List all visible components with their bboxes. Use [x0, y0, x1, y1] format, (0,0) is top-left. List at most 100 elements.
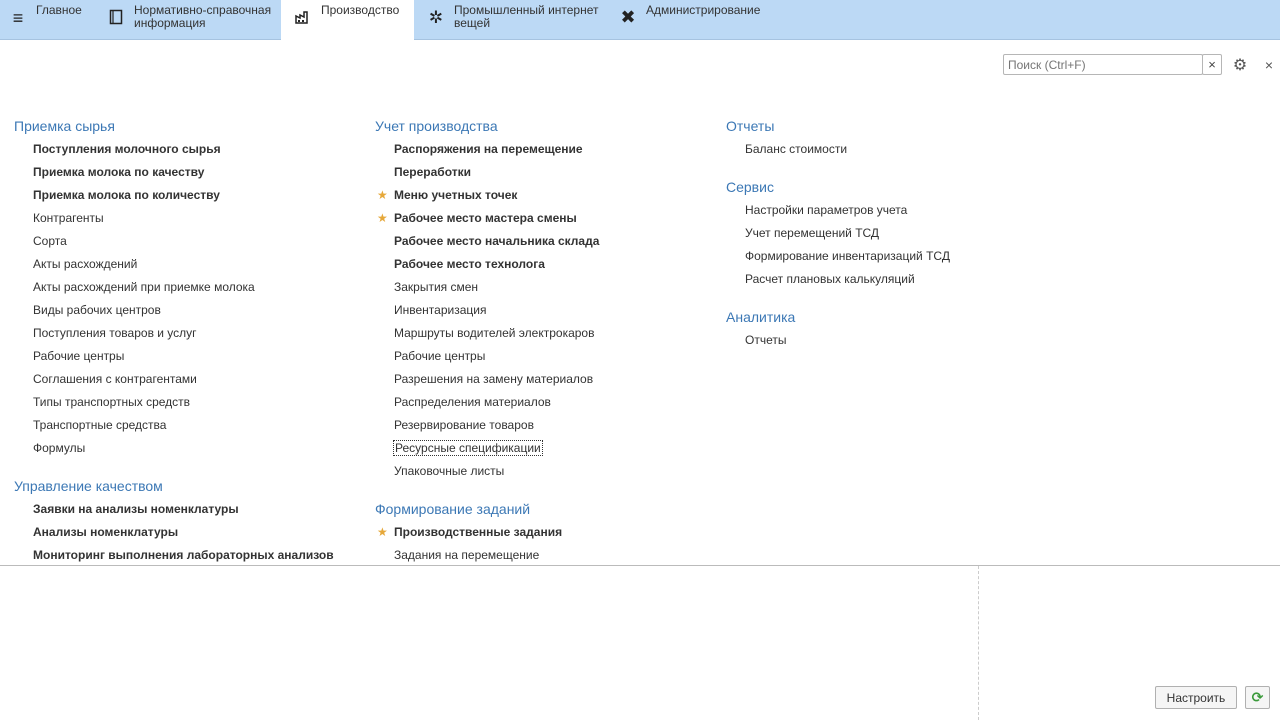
menu-link[interactable]: Поступления молочного сырья — [14, 138, 364, 161]
menu-link[interactable]: Соглашения с контрагентами — [14, 368, 364, 391]
tab-administration[interactable]: ✖ Администрирование — [612, 0, 782, 40]
menu-link-label: Расчет плановых калькуляций — [745, 272, 915, 286]
menu-link[interactable]: Задания на перемещение — [375, 544, 715, 565]
menu-group: Сервис Настройки параметров учета Учет пер… — [726, 176, 1026, 291]
menu-link[interactable]: Рабочие центры — [14, 345, 364, 368]
star-icon[interactable]: ★ — [377, 207, 388, 230]
menu-link-label: Ресурсные спецификации — [393, 440, 543, 456]
menu-link[interactable]: Акты расхождений — [14, 253, 364, 276]
menu-link-label: Поступления товаров и услуг — [33, 326, 197, 340]
menu-link[interactable]: ★ Меню учетных точек — [375, 184, 715, 207]
menu-link-label: Рабочие центры — [394, 349, 486, 363]
menu-link-label: Распределения материалов — [394, 395, 551, 409]
gear-icon[interactable]: ⚙ — [1230, 55, 1250, 75]
menu-link[interactable]: ★ Производственные задания — [375, 521, 715, 544]
menu-link[interactable]: Анализы номенклатуры — [14, 521, 364, 544]
menu-link[interactable]: Разрешения на замену материалов — [375, 368, 715, 391]
menu-link-label: Приемка молока по качеству — [33, 165, 205, 179]
menu-link[interactable]: Приемка молока по количеству — [14, 184, 364, 207]
menu-link[interactable]: Контрагенты — [14, 207, 364, 230]
menu-link[interactable]: Отчеты — [726, 329, 1026, 352]
menu-link-label: Акты расхождений — [33, 257, 138, 271]
menu-group: Приемка сырья Поступления молочного сырья… — [14, 115, 364, 460]
menu-link-label: Формулы — [33, 441, 86, 455]
tab-main[interactable]: ≡ Главное — [0, 0, 95, 40]
menu-link[interactable]: Учет перемещений ТСД — [726, 222, 1026, 245]
menu-link-label: Настройки параметров учета — [745, 203, 908, 217]
menu-link[interactable]: Закрытия смен — [375, 276, 715, 299]
menu-link[interactable]: Баланс стоимости — [726, 138, 1026, 161]
star-icon[interactable]: ★ — [377, 184, 388, 207]
tab-production[interactable]: Производство — [281, 0, 414, 41]
menu-link[interactable]: Виды рабочих центров — [14, 299, 364, 322]
menu-link[interactable]: Рабочие центры — [375, 345, 715, 368]
search-clear-button[interactable]: × — [1202, 54, 1222, 75]
tab-iot[interactable]: ✲ Промышленный интернет вещей — [420, 0, 610, 40]
tab-production-label: Производство — [321, 3, 400, 17]
menu-link[interactable]: Распределения материалов — [375, 391, 715, 414]
group-title[interactable]: Отчеты — [726, 115, 1026, 138]
menu-link-label: Производственные задания — [394, 525, 563, 539]
menu-link-label: Баланс стоимости — [745, 142, 848, 156]
refresh-button[interactable]: ⟳ — [1245, 686, 1270, 709]
tab-reference-info[interactable]: Нормативно-справочная информация — [100, 0, 280, 40]
setup-button[interactable]: Настроить — [1155, 686, 1237, 709]
section-panel: Приемка сырья Поступления молочного сырья… — [0, 100, 1280, 565]
menu-link[interactable]: Транспортные средства — [14, 414, 364, 437]
menu-link[interactable]: Поступления товаров и услуг — [14, 322, 364, 345]
menu-link-label: Транспортные средства — [33, 418, 167, 432]
menu-group: Учет производства Распоряжения на перемещ… — [375, 115, 715, 483]
menu-link[interactable]: Распоряжения на перемещение — [375, 138, 715, 161]
menu-link[interactable]: Настройки параметров учета — [726, 199, 1026, 222]
menu-link[interactable]: Сорта — [14, 230, 364, 253]
group-title[interactable]: Учет производства — [375, 115, 715, 138]
menu-link-label: Учет перемещений ТСД — [745, 226, 880, 240]
menu-link-label: Рабочее место технолога — [394, 257, 545, 271]
menu-link[interactable]: Резервирование товаров — [375, 414, 715, 437]
group-title[interactable]: Аналитика — [726, 306, 1026, 329]
menu-link[interactable]: Приемка молока по качеству — [14, 161, 364, 184]
menu-link-label: Сорта — [33, 234, 67, 248]
menu-link-label: Разрешения на замену материалов — [394, 372, 594, 386]
tab-reference-info-label: Нормативно-справочная информация — [134, 3, 272, 30]
tab-administration-label: Администрирование — [646, 3, 761, 17]
menu-link-label: Задания на перемещение — [394, 548, 540, 562]
group-title[interactable]: Сервис — [726, 176, 1026, 199]
pane-vertical-divider — [978, 566, 979, 720]
menu-link[interactable]: Заявки на анализы номенклатуры — [14, 498, 364, 521]
menu-link-label: Инвентаризация — [394, 303, 487, 317]
column-left: Приемка сырья Поступления молочного сырья… — [14, 100, 364, 565]
menu-link[interactable]: Рабочее место начальника склада — [375, 230, 715, 253]
tools-icon: ✖ — [620, 6, 636, 27]
menu-link[interactable]: ★ Рабочее место мастера смены — [375, 207, 715, 230]
menu-link[interactable]: Упаковочные листы — [375, 460, 715, 483]
menu-link-label: Соглашения с контрагентами — [33, 372, 197, 386]
menu-link-label: Рабочее место начальника склада — [394, 234, 600, 248]
menu-link[interactable]: Переработки — [375, 161, 715, 184]
menu-link-label: Резервирование товаров — [394, 418, 534, 432]
menu-link[interactable]: Мониторинг выполнения лабораторных анали… — [14, 544, 364, 565]
menu-link[interactable]: Ресурсные спецификации — [375, 437, 715, 460]
group-title[interactable]: Формирование заданий — [375, 498, 715, 521]
menu-link-label: Рабочие центры — [33, 349, 125, 363]
close-icon[interactable]: × — [1261, 55, 1277, 75]
menu-link[interactable]: Акты расхождений при приемке молока — [14, 276, 364, 299]
menu-link-label: Контрагенты — [33, 211, 104, 225]
menu-link[interactable]: Формулы — [14, 437, 364, 460]
tab-iot-label: Промышленный интернет вещей — [454, 3, 599, 30]
menu-link[interactable]: Рабочее место технолога — [375, 253, 715, 276]
menu-link[interactable]: Типы транспортных средств — [14, 391, 364, 414]
menu-link-label: Мониторинг выполнения лабораторных анали… — [33, 548, 334, 562]
group-title[interactable]: Управление качеством — [14, 475, 364, 498]
group-title[interactable]: Приемка сырья — [14, 115, 364, 138]
menu-link[interactable]: Формирование инвентаризаций ТСД — [726, 245, 1026, 268]
search-input[interactable] — [1003, 54, 1203, 75]
menu-group: Отчеты Баланс стоимости — [726, 115, 1026, 161]
menu-link-label: Типы транспортных средств — [33, 395, 191, 409]
star-icon[interactable]: ★ — [377, 521, 388, 544]
menu-link-label: Распоряжения на перемещение — [394, 142, 583, 156]
menu-link-label: Рабочее место мастера смены — [394, 211, 577, 225]
menu-link[interactable]: Инвентаризация — [375, 299, 715, 322]
menu-link[interactable]: Расчет плановых калькуляций — [726, 268, 1026, 291]
menu-link[interactable]: Маршруты водителей электрокаров — [375, 322, 715, 345]
